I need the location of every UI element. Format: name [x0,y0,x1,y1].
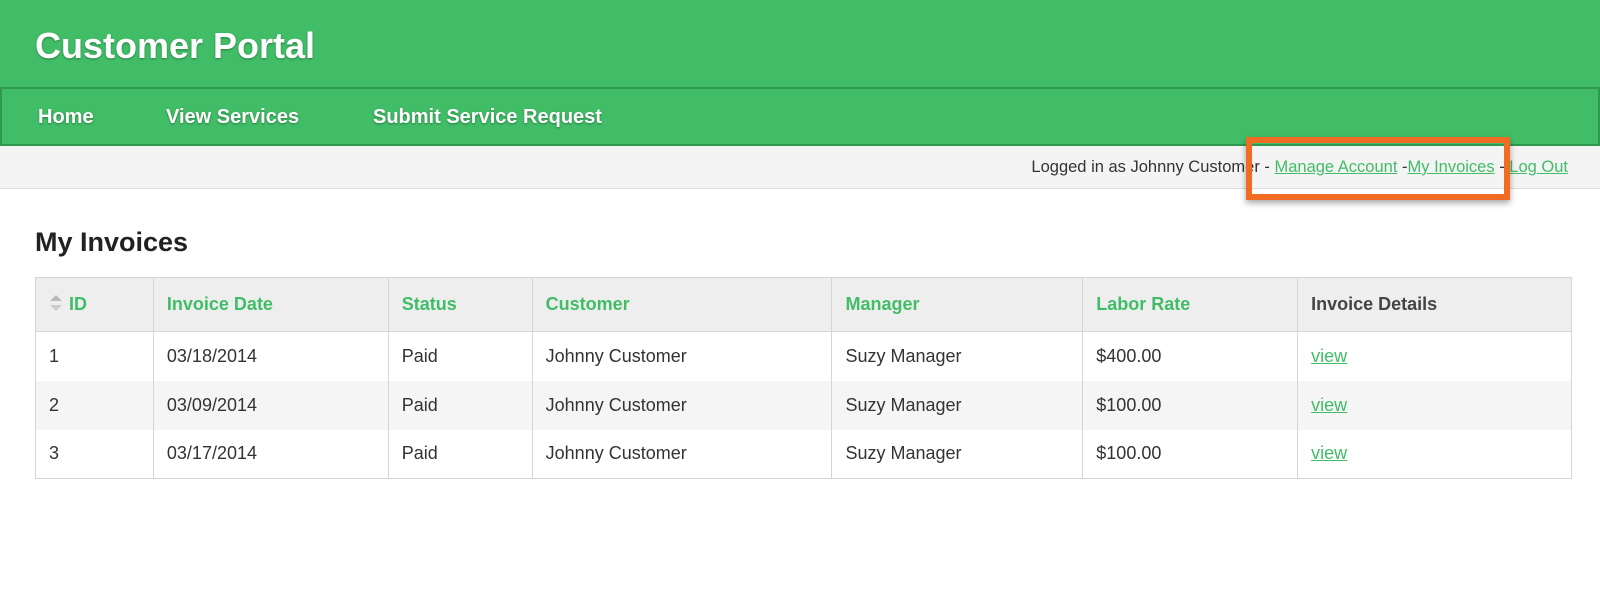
site-header: Customer Portal [0,0,1600,87]
cell-invoice-details: view [1297,429,1572,479]
separator: - [1397,158,1408,176]
column-header-status[interactable]: Status [387,277,533,332]
cell-invoice-date: 03/09/2014 [152,380,389,430]
column-header-id[interactable]: ID [35,277,154,332]
site-title[interactable]: Customer Portal [35,24,315,68]
cell-manager: Suzy Manager [831,429,1084,479]
cell-invoice-date: 03/18/2014 [152,331,389,381]
cell-invoice-details: view [1297,331,1572,381]
page-title: My Invoices [35,227,189,257]
cell-id: 2 [35,380,154,430]
manage-account-link[interactable]: Manage Account [1274,158,1397,176]
separator: - [1494,158,1510,176]
column-header-label: ID [69,294,87,314]
log-out-link[interactable]: Log Out [1509,158,1568,176]
table-row: 1 03/18/2014 Paid Johnny Customer Suzy M… [35,331,1572,381]
cell-labor-rate: $100.00 [1082,429,1299,479]
logged-in-text: Logged in as Johnny Customer - [1031,158,1275,176]
cell-customer: Johnny Customer [531,380,833,430]
cell-manager: Suzy Manager [831,331,1084,381]
cell-customer: Johnny Customer [531,331,833,381]
main-nav: Home View Services Submit Service Reques… [0,87,1600,146]
view-invoice-link[interactable]: view [1311,443,1347,463]
cell-invoice-details: view [1297,380,1572,430]
view-invoice-link[interactable]: view [1311,395,1347,415]
cell-customer: Johnny Customer [531,429,833,479]
cell-status: Paid [387,429,533,479]
my-invoices-link[interactable]: My Invoices [1408,158,1495,176]
column-header-invoice-details: Invoice Details [1297,277,1572,332]
cell-status: Paid [387,331,533,381]
cell-labor-rate: $400.00 [1082,331,1299,381]
column-header-customer[interactable]: Customer [531,277,833,332]
nav-item-home[interactable]: Home [38,102,94,132]
cell-id: 3 [35,429,154,479]
cell-invoice-date: 03/17/2014 [152,429,389,479]
table-row: 2 03/09/2014 Paid Johnny Customer Suzy M… [35,380,1572,430]
nav-item-submit-service-request[interactable]: Submit Service Request [373,102,602,132]
invoices-table: ID Invoice Date Status Customer Manager … [35,277,1572,479]
column-header-manager[interactable]: Manager [831,277,1084,332]
cell-labor-rate: $100.00 [1082,380,1299,430]
view-invoice-link[interactable]: view [1311,346,1347,366]
cell-id: 1 [35,331,154,381]
user-bar: Logged in as Johnny Customer - Manage Ac… [0,146,1600,189]
cell-manager: Suzy Manager [831,380,1084,430]
cell-status: Paid [387,380,533,430]
sort-icon[interactable] [49,292,63,314]
table-header-row: ID Invoice Date Status Customer Manager … [35,277,1572,332]
table-row: 3 03/17/2014 Paid Johnny Customer Suzy M… [35,429,1572,479]
user-links: Logged in as Johnny Customer - Manage Ac… [1031,157,1568,177]
nav-item-view-services[interactable]: View Services [166,102,299,132]
column-header-labor-rate[interactable]: Labor Rate [1082,277,1299,332]
column-header-invoice-date[interactable]: Invoice Date [152,277,389,332]
